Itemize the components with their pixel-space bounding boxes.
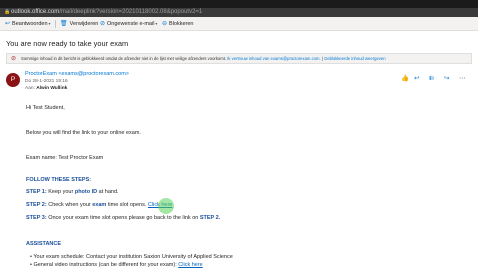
forward-icon[interactable]: ↪: [444, 75, 449, 83]
mouse-cursor-highlight: [158, 198, 174, 214]
email-greeting: Hi Test Student,: [26, 105, 65, 111]
block-icon: ⊖: [162, 21, 168, 27]
chevron-down-icon[interactable]: ▾: [49, 21, 51, 26]
address-bar[interactable]: 🔒 outlook.office.com/mail/deeplink?versi…: [0, 8, 478, 17]
message-date: Do 28-1-2021 15:16: [25, 79, 68, 84]
lock-icon: 🔒: [4, 9, 11, 15]
junk-button[interactable]: ⊘ Ongewenste e-mail▾: [100, 17, 157, 31]
recipient-line: Aan: Alwin Wullink: [25, 86, 68, 91]
recipient-name[interactable]: Alwin Wullink: [36, 86, 67, 91]
like-icon[interactable]: 👍: [401, 75, 409, 83]
blocked-warning-icon: ⊘: [11, 56, 17, 62]
blocked-content-banner: ⊘ Sommige inhoud in dit bericht is geblo…: [6, 53, 472, 64]
chevron-down-icon[interactable]: ▾: [155, 21, 157, 26]
url-text[interactable]: outlook.office.com/mail/deeplink?version…: [11, 8, 202, 17]
list-item: • General video instructions (can be dif…: [30, 262, 203, 268]
junk-icon: ⊘: [100, 21, 106, 27]
delete-button[interactable]: 🗑 Verwijderen: [60, 17, 98, 31]
reply-icon: ↩: [5, 21, 11, 27]
reply-button[interactable]: ↩ Beantwoorden▾: [5, 17, 51, 31]
more-options-icon[interactable]: ⋯: [459, 75, 466, 83]
trash-icon: 🗑: [60, 21, 68, 27]
reply-icon[interactable]: ↩: [414, 75, 419, 83]
follow-steps-heading: FOLLOW THESE STEPS:: [26, 177, 92, 183]
banner-message: Sommige inhoud in dit bericht is geblokk…: [21, 56, 386, 61]
reply-all-icon[interactable]: ⇇: [429, 75, 434, 83]
step-1: STEP 1: Keep your photo ID at hand.: [26, 189, 119, 195]
trust-sender-link[interactable]: Ik vertrouw inhoud van exams@proctorexam…: [227, 56, 320, 61]
divider: [55, 20, 56, 28]
exam-name: Exam name: Test Proctor Exam: [26, 155, 104, 161]
window-title-bar: [0, 0, 478, 8]
email-intro: Below you will find the link to your onl…: [26, 130, 141, 136]
avatar[interactable]: P: [6, 73, 20, 87]
command-bar: ↩ Beantwoorden▾ 🗑 Verwijderen ⊘ Ongewenste …: [0, 17, 478, 31]
message-subject: You are now ready to take your exam: [6, 39, 129, 48]
assistance-heading: ASSISTANCE: [26, 241, 62, 247]
step-2: STEP 2: Check when your exam time slot o…: [26, 202, 172, 208]
video-instructions-link[interactable]: Click here: [178, 262, 202, 268]
show-blocked-content-link[interactable]: Geblokkeerde inhoud weergeven: [324, 56, 385, 61]
sender-name[interactable]: ProctorExam <exams@proctorexam.com>: [25, 71, 129, 77]
list-item: • Your exam schedule: Contact your insti…: [30, 254, 233, 260]
block-button[interactable]: ⊖ Blokkeren: [162, 17, 194, 31]
step-3: STEP 3: Once your exam time slot opens p…: [26, 215, 221, 221]
